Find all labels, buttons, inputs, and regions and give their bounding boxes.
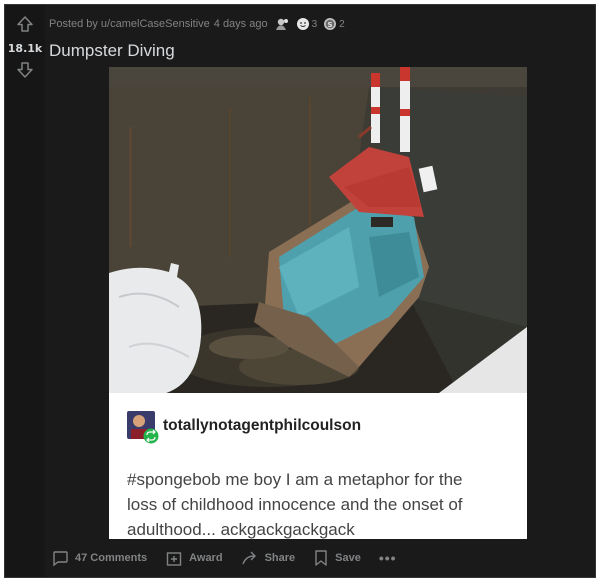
more-options-button[interactable]: ••• — [379, 550, 397, 566]
bookmark-icon — [315, 550, 327, 566]
share-label: Share — [264, 552, 296, 564]
vote-score: 18.1k — [7, 42, 43, 55]
caption-line: loss of childhood innocence and the onse… — [127, 495, 463, 514]
award-button[interactable]: Award — [165, 549, 223, 567]
author-link[interactable]: u/camelCaseSensitive — [101, 18, 210, 30]
comments-button[interactable]: 47 Comments — [51, 549, 147, 567]
award-silver[interactable]: S 2 — [323, 17, 345, 31]
award-count: 3 — [311, 18, 318, 30]
post-meta: Posted by u/camelCaseSensitive 4 days ag… — [49, 15, 345, 33]
posted-by-label: Posted by — [49, 18, 98, 30]
post-time[interactable]: 4 days ago — [214, 18, 268, 30]
award-helper[interactable] — [274, 17, 290, 31]
save-label: Save — [335, 552, 361, 564]
share-button[interactable]: Share — [241, 549, 296, 567]
post-actions: 47 Comments Award Share Save ••• — [51, 546, 397, 570]
reblog-icon — [143, 428, 159, 444]
award-label: Award — [189, 552, 223, 564]
downvote-arrow-icon[interactable] — [16, 61, 34, 79]
award-count: 2 — [339, 18, 345, 30]
svg-text:S: S — [328, 21, 333, 29]
wholesome-award-icon — [296, 18, 309, 30]
caption-line: #spongebob me boy I am a metaphor for th… — [127, 470, 462, 489]
tumblr-username: totallynotagentphilcoulson — [163, 417, 361, 434]
share-icon — [241, 551, 256, 565]
award-wholesome[interactable]: 3 — [296, 17, 318, 31]
save-button[interactable]: Save — [313, 549, 361, 567]
post-image[interactable]: totallynotagentphilcoulson #spongebob me… — [109, 67, 527, 539]
vote-column: 18.1k — [5, 5, 45, 577]
post-card[interactable]: 18.1k Posted by u/camelCaseSensitive 4 d… — [4, 4, 596, 578]
silver-award-icon: S — [324, 18, 337, 30]
comments-label: 47 Comments — [75, 552, 148, 564]
comment-icon — [53, 551, 68, 567]
helper-award-icon — [275, 18, 288, 30]
upvote-arrow-icon[interactable] — [16, 15, 34, 33]
caption-line: adulthood... ackgackgackgack — [127, 520, 355, 539]
gift-icon — [166, 552, 182, 566]
post-title[interactable]: Dumpster Diving — [49, 41, 175, 61]
